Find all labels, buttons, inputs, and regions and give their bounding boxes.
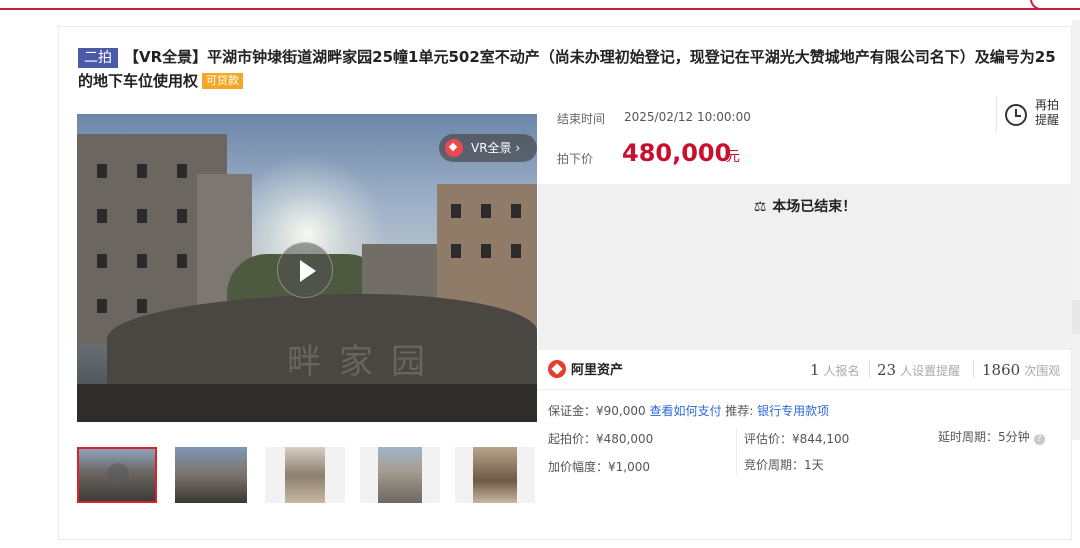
signups-label: 人报名 xyxy=(823,364,860,378)
views-label: 次围观 xyxy=(1024,364,1061,378)
views-stat: 1860 次围观 xyxy=(982,361,1060,379)
thumbnail-2[interactable] xyxy=(175,447,247,503)
thumbnail-4-image xyxy=(378,447,422,503)
thumbnail-4[interactable] xyxy=(360,447,440,503)
stat-divider xyxy=(973,360,974,378)
auction-ended-text: ⚖ 本场已结束！ xyxy=(538,196,1072,216)
end-time-label: 结束时间 xyxy=(557,112,606,126)
reminders-stat: 23 人设置提醒 xyxy=(877,361,960,379)
deposit-pay-link[interactable]: 查看如何支付 xyxy=(649,404,721,418)
final-price-unit: 元 xyxy=(726,149,740,165)
recommend-label: 推荐: xyxy=(725,404,754,418)
top-pill-edge xyxy=(1030,0,1080,10)
thumbnail-5-image xyxy=(473,447,517,503)
top-divider xyxy=(0,0,1080,10)
delay-period-text: 延时周期：5分钟 xyxy=(938,430,1030,444)
delay-period: 延时周期：5分钟? xyxy=(938,428,1045,445)
reminders-label: 人设置提醒 xyxy=(900,364,961,378)
right-scroll-edge xyxy=(1072,20,1080,440)
status-text: 本场已结束！ xyxy=(772,199,857,215)
help-icon[interactable]: ? xyxy=(1033,434,1045,445)
vr-tour-button[interactable]: VR全景 › xyxy=(439,134,537,162)
end-time-value: 2025/02/12 10:00:00 xyxy=(624,110,751,124)
bid-increment: 加价幅度：¥1,000 xyxy=(548,460,650,474)
rock-inscription: 畔家园 xyxy=(287,342,443,382)
thumbnail-1[interactable] xyxy=(77,447,157,503)
ali-assets-logo-icon xyxy=(548,360,566,378)
side-tab[interactable] xyxy=(1072,300,1080,334)
signups-count: 1 xyxy=(810,361,820,379)
photo-ground xyxy=(77,384,537,422)
detail-divider xyxy=(736,428,737,474)
remind-label: 再拍提醒 xyxy=(1035,98,1060,127)
page-title: 二拍 【VR全景】平湖市钟埭街道湖畔家园25幢1单元502室不动产（尚未办理初始登… xyxy=(78,45,1063,93)
deposit-row: 保证金：¥90,000 查看如何支付 推荐: 银行专用款项 xyxy=(548,402,829,419)
reminders-count: 23 xyxy=(877,361,897,379)
thumbnail-5[interactable] xyxy=(455,447,535,503)
play-icon xyxy=(107,463,129,485)
auction-status-panel: ⚖ 本场已结束！ xyxy=(538,184,1072,350)
final-price-label: 拍下价 xyxy=(557,152,594,166)
thumbnail-3[interactable] xyxy=(265,447,345,503)
start-price: 起拍价：¥480,000 xyxy=(548,432,654,446)
final-price-value: 480,000 xyxy=(622,139,732,167)
signups-stat: 1 人报名 xyxy=(810,361,860,379)
remind-button[interactable]: 再拍提醒 xyxy=(996,96,1064,132)
thumbnail-3-image xyxy=(285,447,325,503)
deposit-value: 保证金：¥90,000 xyxy=(548,404,646,418)
vr-label: VR全景 › xyxy=(471,141,521,155)
vr-icon xyxy=(445,139,463,157)
round-tag: 二拍 xyxy=(78,48,118,68)
loan-tag: 可贷款 xyxy=(202,73,244,89)
stat-divider xyxy=(869,360,870,378)
info-divider xyxy=(538,389,1072,390)
alarm-clock-icon xyxy=(1005,104,1027,126)
gavel-icon: ⚖ xyxy=(753,199,767,215)
bank-account-link[interactable]: 银行专用款项 xyxy=(757,404,829,418)
views-count: 1860 xyxy=(982,361,1021,379)
play-video-button[interactable] xyxy=(277,242,333,298)
platform-name[interactable]: 阿里资产 xyxy=(571,359,623,378)
appraisal-price: 评估价：¥844,100 xyxy=(744,432,850,446)
main-photo[interactable]: 畔家园 VR全景 › xyxy=(77,114,537,422)
bid-period: 竞价周期：1天 xyxy=(744,458,824,472)
